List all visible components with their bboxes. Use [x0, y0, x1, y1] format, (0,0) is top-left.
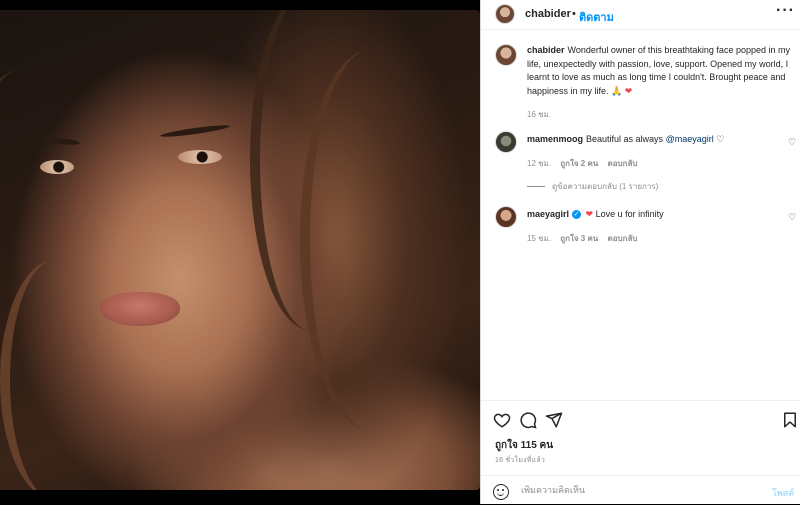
like-icon[interactable] [493, 411, 511, 429]
comment-time[interactable]: 12 ชม. [527, 159, 551, 168]
post-side-panel: chabider • ติดตาม ··· chabider Wonderful … [480, 0, 800, 504]
comment-likes[interactable]: ถูกใจ 2 คน [560, 159, 598, 168]
comment-like-icon[interactable]: ♡ [788, 212, 796, 223]
verified-icon: ✓ [572, 210, 582, 220]
heart-emoji: ❤ [624, 85, 633, 96]
likes-count[interactable]: ถูกใจ 115 คน [495, 438, 553, 453]
author-avatar[interactable] [495, 4, 515, 24]
comment-meta: 12 ชม. ถูกใจ 2 คน ตอบกลับ [527, 157, 644, 170]
comment-heart-emoji: ❤ [585, 209, 594, 219]
caption-avatar[interactable] [495, 44, 517, 66]
post-header: chabider • ติดตาม ··· [481, 0, 800, 30]
add-comment-bar: โพสต์ [481, 475, 800, 505]
more-icon[interactable]: ··· [776, 2, 795, 20]
comment-text: maeyagirl ✓ ❤ Love u for infinity [527, 208, 787, 222]
caption-body: Wonderful owner of this breathtaking fac… [527, 45, 790, 96]
comment-like-icon[interactable]: ♡ [788, 137, 796, 148]
post-comment-button[interactable]: โพสต์ [772, 486, 794, 500]
caption-text: chabider Wonderful owner of this breathta… [527, 44, 795, 98]
post-actions: ถูกใจ 115 คน 16 ชั่วโมงที่แล้ว โพสต์ [481, 400, 800, 500]
post-viewer: chabider • ติดตาม ··· chabider Wonderful … [0, 0, 800, 504]
share-icon[interactable] [545, 411, 563, 429]
caption-time[interactable]: 16 ชม. [527, 110, 551, 119]
caption-meta: 16 ชม. [527, 108, 558, 121]
save-icon[interactable] [781, 411, 799, 429]
comment-icon[interactable] [519, 411, 537, 429]
commenter-avatar[interactable] [495, 131, 517, 153]
author-username[interactable]: chabider [525, 8, 571, 20]
comment-time[interactable]: 15 ชม. [527, 234, 551, 243]
caption-username[interactable]: chabider [527, 45, 565, 55]
view-replies-label: ดูข้อความตอบกลับ (1 รายการ) [552, 182, 659, 191]
lips-detail [100, 292, 180, 326]
comment-body: Love u for infinity [595, 209, 664, 219]
post-photo[interactable] [0, 10, 480, 490]
view-replies-button[interactable]: ดูข้อความตอบกลับ (1 รายการ) [527, 180, 658, 193]
post-timestamp[interactable]: 16 ชั่วโมงที่แล้ว [495, 455, 545, 466]
comment-username[interactable]: maeyagirl [527, 209, 569, 219]
comment-reply-button[interactable]: ตอบกลับ [608, 234, 638, 243]
commenter-avatar[interactable] [495, 206, 517, 228]
follow-button[interactable]: ติดตาม [579, 8, 614, 26]
comment-heart-emoji: ♡ [716, 134, 725, 144]
comment-username[interactable]: mamenmoog [527, 134, 583, 144]
emoji-icon[interactable] [493, 484, 509, 500]
comment-input[interactable] [521, 485, 761, 495]
separator-dot: • [572, 8, 576, 20]
comment-text: mamenmoog Beautiful as always @maeyagirl … [527, 133, 787, 147]
comment-reply-button[interactable]: ตอบกลับ [608, 159, 638, 168]
comment-mention[interactable]: @maeyagirl [666, 134, 714, 144]
replies-line [527, 186, 545, 188]
comment-likes[interactable]: ถูกใจ 3 คน [560, 234, 598, 243]
comment-meta: 15 ชม. ถูกใจ 3 คน ตอบกลับ [527, 232, 644, 245]
comment-body: Beautiful as always [586, 134, 664, 144]
